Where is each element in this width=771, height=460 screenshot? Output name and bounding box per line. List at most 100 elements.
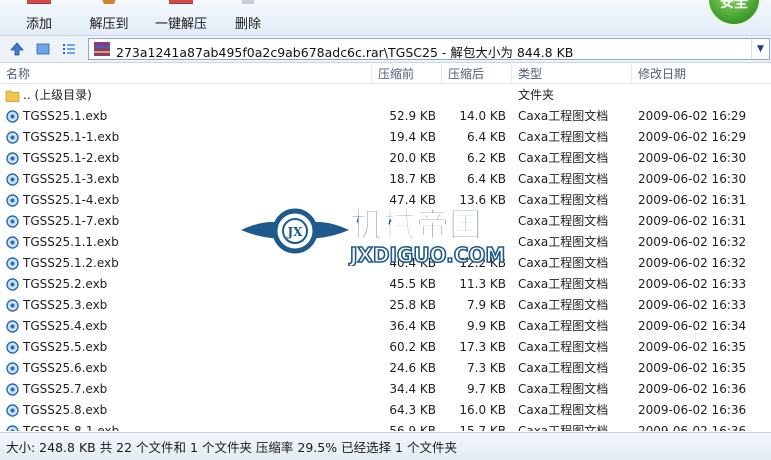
- view-list-button[interactable]: [60, 40, 78, 58]
- list-item[interactable]: TGSS25.1.exb 52.9 KB 14.0 KB Caxa工程图文档 2…: [0, 106, 771, 127]
- file-type: Caxa工程图文档: [518, 172, 609, 186]
- watermark-brand-en: JXDIGUO.COM: [348, 243, 505, 266]
- file-name: TGSS25.1-7.exb: [23, 214, 120, 228]
- file-packed-size: 6.2 KB: [467, 151, 506, 165]
- one-click-extract-button[interactable]: 一键解压: [150, 0, 212, 36]
- caxa-file-icon: [6, 236, 19, 249]
- caxa-file-icon: [6, 110, 19, 123]
- file-name: TGSS25.5.exb: [23, 340, 108, 354]
- list-item[interactable]: TGSS25.3.exb 25.8 KB 7.9 KB Caxa工程图文档 20…: [0, 295, 771, 316]
- list-item[interactable]: TGSS25.8-1.exb 56.9 KB 15.7 KB Caxa工程图文档…: [0, 421, 771, 431]
- file-date: 2009-06-02 16:30: [638, 172, 747, 186]
- file-date: 2009-06-02 16:31: [638, 193, 747, 207]
- status-text: 大小: 248.8 KB 共 22 个文件和 1 个文件夹 压缩率 29.5% …: [6, 440, 457, 455]
- file-name: TGSS25.8.exb: [23, 403, 108, 417]
- emblem-letters: JX: [287, 225, 304, 239]
- caxa-file-icon: [6, 152, 19, 165]
- up-folder-button[interactable]: [8, 40, 26, 58]
- safe-badge[interactable]: 安全: [707, 0, 761, 26]
- file-packed-size: 11.3 KB: [459, 277, 506, 291]
- file-size: [376, 85, 436, 106]
- rar-archive-icon: [94, 42, 110, 56]
- caxa-file-icon: [6, 341, 19, 354]
- file-date: 2009-06-02 16:32: [638, 256, 747, 270]
- column-type[interactable]: 类型: [512, 64, 632, 84]
- file-name: TGSS25.1.2.exb: [23, 256, 119, 270]
- caxa-file-icon: [6, 173, 19, 186]
- list-item[interactable]: .. (上级目录) 文件夹: [0, 85, 771, 106]
- list-item[interactable]: TGSS25.1-3.exb 18.7 KB 6.4 KB Caxa工程图文档 …: [0, 169, 771, 190]
- caxa-file-icon: [6, 299, 19, 312]
- caxa-file-icon: [6, 215, 19, 228]
- list-item[interactable]: TGSS25.8.exb 64.3 KB 16.0 KB Caxa工程图文档 2…: [0, 400, 771, 421]
- list-item[interactable]: TGSS25.1-2.exb 20.0 KB 6.2 KB Caxa工程图文档 …: [0, 148, 771, 169]
- file-type: Caxa工程图文档: [518, 277, 609, 291]
- add-button-label: 添加: [25, 17, 52, 32]
- file-date: 2009-06-02 16:29: [638, 109, 747, 123]
- file-name: TGSS25.1.exb: [23, 109, 108, 123]
- list-item[interactable]: TGSS25.7.exb 34.4 KB 9.7 KB Caxa工程图文档 20…: [0, 379, 771, 400]
- file-type: 文件夹: [518, 88, 555, 102]
- list-item[interactable]: TGSS25.5.exb 60.2 KB 17.3 KB Caxa工程图文档 2…: [0, 337, 771, 358]
- column-packed[interactable]: 压缩后: [442, 64, 512, 84]
- file-date: 2009-06-02 16:36: [638, 403, 747, 417]
- add-button[interactable]: 添加: [10, 0, 68, 36]
- chevron-down-icon: ▼: [757, 44, 764, 54]
- column-size[interactable]: 压缩前: [372, 64, 442, 84]
- delete-button[interactable]: 删除: [228, 0, 268, 36]
- file-size: 25.8 KB: [389, 298, 436, 312]
- extract-to-button-label: 解压到: [89, 17, 129, 32]
- file-size: 56.9 KB: [389, 424, 436, 431]
- file-size: 45.5 KB: [389, 277, 436, 291]
- file-type: Caxa工程图文档: [518, 109, 609, 123]
- file-packed-size: 9.7 KB: [467, 382, 506, 396]
- file-packed-size: 9.9 KB: [467, 319, 506, 333]
- toolbar: 添加 解压到 一键解压 删除 安全: [0, 0, 771, 36]
- caxa-file-icon: [6, 278, 19, 291]
- caxa-file-icon: [6, 383, 19, 396]
- caxa-file-icon: [6, 194, 19, 207]
- file-size: 24.6 KB: [389, 361, 436, 375]
- file-packed-size: 6.4 KB: [467, 130, 506, 144]
- caxa-file-icon: [6, 362, 19, 375]
- caxa-file-icon: [6, 257, 19, 270]
- wing-emblem-icon: JX: [241, 208, 349, 254]
- file-name: TGSS25.4.exb: [23, 319, 108, 333]
- file-size: 36.4 KB: [389, 319, 436, 333]
- list-item[interactable]: TGSS25.2.exb 45.5 KB 11.3 KB Caxa工程图文档 2…: [0, 274, 771, 295]
- file-date: 2009-06-02 16:35: [638, 361, 747, 375]
- watermark-brand-cn: 机械帝国: [350, 205, 482, 244]
- file-date: 2009-06-02 16:30: [638, 151, 747, 165]
- column-modified[interactable]: 修改日期: [632, 64, 771, 84]
- site-watermark: JX 机械帝国 JXDIGUO.COM: [241, 205, 506, 266]
- folder-icon: [5, 90, 20, 102]
- file-type: Caxa工程图文档: [518, 424, 609, 431]
- archive-window: 添加 解压到 一键解压 删除 安全 273a1241a87ab495f0a2c9…: [0, 0, 771, 460]
- address-field[interactable]: 273a1241a87ab495f0a2c9ab678adc6c.rar\TGS…: [88, 38, 770, 60]
- safe-badge-label: 安全: [720, 0, 748, 11]
- delete-button-label: 删除: [234, 17, 261, 32]
- file-packed-size: 17.3 KB: [459, 340, 506, 354]
- list-item[interactable]: TGSS25.6.exb 24.6 KB 7.3 KB Caxa工程图文档 20…: [0, 358, 771, 379]
- list-item[interactable]: TGSS25.1-1.exb 19.4 KB 6.4 KB Caxa工程图文档 …: [0, 127, 771, 148]
- address-dropdown-button[interactable]: ▼: [751, 39, 769, 59]
- file-packed-size: 16.0 KB: [459, 403, 506, 417]
- file-name: TGSS25.8-1.exb: [23, 424, 120, 431]
- file-name: TGSS25.6.exb: [23, 361, 108, 375]
- file-packed-size: 7.3 KB: [467, 361, 506, 375]
- column-name[interactable]: 名称: [0, 64, 372, 84]
- caxa-file-icon: [6, 404, 19, 417]
- file-date: 2009-06-02 16:33: [638, 298, 747, 312]
- file-name: .. (上级目录): [23, 88, 92, 102]
- address-bar: 273a1241a87ab495f0a2c9ab678adc6c.rar\TGS…: [0, 36, 771, 63]
- caxa-file-icon: [6, 320, 19, 333]
- file-packed-size: 6.4 KB: [467, 172, 506, 186]
- view-thumbnail-button[interactable]: [34, 40, 52, 58]
- file-size: 60.2 KB: [389, 340, 436, 354]
- add-archive-icon: [27, 0, 51, 4]
- file-date: 2009-06-02 16:29: [638, 130, 747, 144]
- thumbnail-view-icon: [36, 43, 50, 55]
- list-item[interactable]: TGSS25.4.exb 36.4 KB 9.9 KB Caxa工程图文档 20…: [0, 316, 771, 337]
- file-date: 2009-06-02 16:32: [638, 235, 747, 249]
- extract-to-button[interactable]: 解压到: [84, 0, 134, 36]
